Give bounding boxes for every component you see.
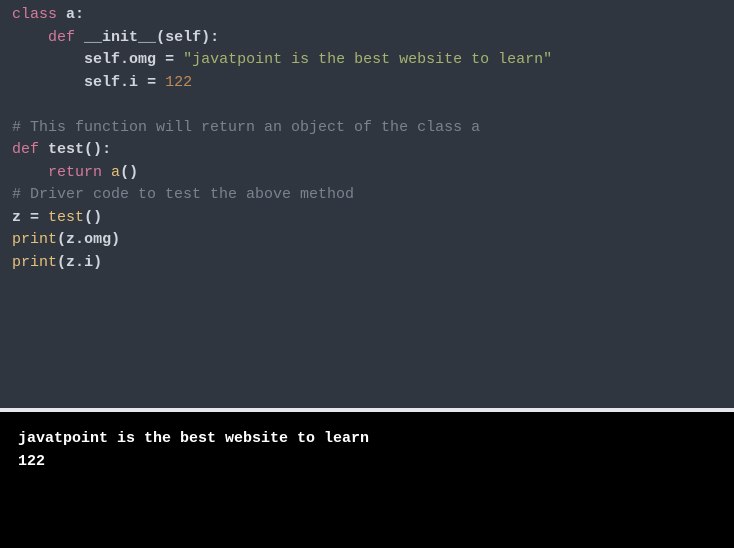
code-line: return a() [12, 164, 138, 181]
self-ref: self [84, 51, 120, 68]
colon: : [210, 29, 219, 46]
code-line: # Driver code to test the above method [12, 186, 354, 203]
call-print: print [12, 231, 57, 248]
code-line: def __init__(self): [12, 29, 219, 46]
paren-close: ) [201, 29, 210, 46]
code-line: def test(): [12, 141, 111, 158]
paren-close: ) [93, 254, 102, 271]
param-self: self [165, 29, 201, 46]
code-line: print(z.i) [12, 254, 102, 271]
dot: . [120, 51, 129, 68]
equals: = [147, 74, 156, 91]
keyword-class: class [12, 6, 57, 23]
comment: # This function will return an object of… [12, 119, 480, 136]
call-name: a [111, 164, 120, 181]
output-pane: javatpoint is the best website to learn … [0, 412, 734, 548]
attr-name: omg [129, 51, 165, 68]
dot: . [75, 254, 84, 271]
var-name: z [66, 254, 75, 271]
paren-open: ( [156, 29, 165, 46]
keyword-def: def [48, 29, 75, 46]
keyword-return: return [48, 164, 102, 181]
blank-line [12, 96, 30, 113]
attr-name: omg [84, 231, 111, 248]
output-line: javatpoint is the best website to learn [18, 430, 369, 447]
equals: = [165, 51, 174, 68]
number-literal: 122 [165, 74, 192, 91]
comment: # Driver code to test the above method [12, 186, 354, 203]
code-line: # This function will return an object of… [12, 119, 480, 136]
var-name: z [66, 231, 75, 248]
function-name: test [48, 141, 84, 158]
code-editor[interactable]: class a: def __init__(self): self.omg = … [0, 0, 734, 408]
call-print: print [12, 254, 57, 271]
parens: () [120, 164, 138, 181]
code-line: z = test() [12, 209, 102, 226]
paren-close: ) [111, 231, 120, 248]
parens: () [84, 209, 102, 226]
string-literal: "javatpoint is the best website to learn… [183, 51, 552, 68]
call-name: test [48, 209, 84, 226]
code-line: self.i = 122 [12, 74, 192, 91]
self-ref: self [84, 74, 120, 91]
keyword-def: def [12, 141, 39, 158]
var-name: z [12, 209, 30, 226]
class-name: a [66, 6, 75, 23]
code-line: class a: [12, 6, 84, 23]
code-line: self.omg = "javatpoint is the best websi… [12, 51, 552, 68]
paren-open: ( [57, 231, 66, 248]
equals: = [30, 209, 39, 226]
attr-name: i [84, 254, 93, 271]
attr-name: i [129, 74, 147, 91]
dot: . [120, 74, 129, 91]
function-name: __init__ [84, 29, 156, 46]
colon: : [102, 141, 111, 158]
code-line: print(z.omg) [12, 231, 120, 248]
dot: . [75, 231, 84, 248]
paren-open: ( [57, 254, 66, 271]
parens: () [84, 141, 102, 158]
colon: : [75, 6, 84, 23]
output-line: 122 [18, 453, 45, 470]
